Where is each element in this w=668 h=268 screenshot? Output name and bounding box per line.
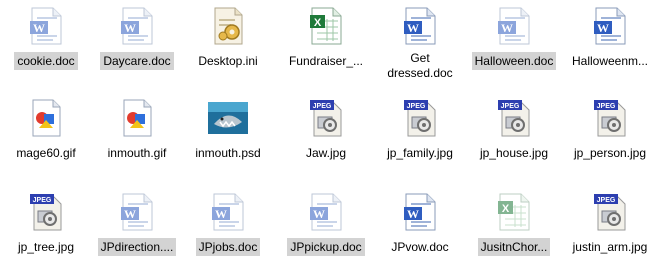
word-doc-icon: W <box>208 192 248 232</box>
word-doc-icon: W <box>400 6 440 46</box>
gif-image-icon <box>117 98 157 138</box>
svg-text:W: W <box>215 207 227 221</box>
svg-text:W: W <box>124 207 136 221</box>
word-doc-icon: W <box>590 6 630 46</box>
svg-text:W: W <box>313 207 325 221</box>
word-doc-icon: W <box>26 6 66 46</box>
jpeg-icon: JPEG <box>494 98 534 138</box>
file-name-label: Desktop.ini <box>198 54 258 68</box>
excel-icon: X <box>306 6 346 46</box>
svg-text:X: X <box>314 17 322 29</box>
file-item[interactable]: Wcookie.doc <box>0 2 92 82</box>
word-doc-icon: W <box>306 192 346 232</box>
svg-text:JPEG: JPEG <box>501 103 520 110</box>
file-item[interactable]: JPEG Jaw.jpg <box>280 94 372 174</box>
file-item[interactable]: JPEG jp_person.jpg <box>564 94 656 174</box>
file-name-label: JusitnChor... <box>477 238 551 256</box>
file-item[interactable]: W JPvow.doc <box>374 188 466 268</box>
svg-text:JPEG: JPEG <box>407 103 426 110</box>
file-name-label: inmouth.psd <box>195 146 261 160</box>
file-item[interactable]: JPEG jp_house.jpg <box>468 94 560 174</box>
file-item[interactable]: JPEG jp_family.jpg <box>374 94 466 174</box>
file-item[interactable]: JPEG justin_arm.jpg <box>564 188 656 268</box>
file-name-label: JPjobs.doc <box>195 238 261 256</box>
file-name-label: justin_arm.jpg <box>572 240 648 254</box>
file-icon-grid: Wcookie.doc W Daycare.doc Desktop.ini X Fundr… <box>0 0 668 260</box>
jpeg-icon: JPEG <box>590 192 630 232</box>
svg-text:W: W <box>33 21 45 35</box>
file-item[interactable]: W Halloweenm... <box>564 2 656 82</box>
jpeg-icon: JPEG <box>26 192 66 232</box>
jpeg-icon: JPEG <box>306 98 346 138</box>
svg-text:JPEG: JPEG <box>33 197 52 204</box>
file-item[interactable]: JPEG jp_tree.jpg <box>0 188 92 268</box>
file-name-label: JPpickup.doc <box>287 238 365 256</box>
svg-text:JPEG: JPEG <box>597 103 616 110</box>
file-name-label: Get dressed.doc <box>387 51 453 80</box>
jpeg-icon: JPEG <box>590 98 630 138</box>
svg-text:JPEG: JPEG <box>313 103 332 110</box>
file-item[interactable]: Desktop.ini <box>182 2 274 82</box>
file-name-label: JPvow.doc <box>391 240 449 254</box>
file-name-label: jp_person.jpg <box>573 146 647 160</box>
file-name-label: inmouth.gif <box>107 146 167 160</box>
file-name-label: jp_tree.jpg <box>17 240 75 254</box>
file-item[interactable]: X JusitnChor... <box>468 188 560 268</box>
file-item[interactable]: W JPdirection.... <box>91 188 183 268</box>
svg-text:W: W <box>501 21 513 35</box>
file-name-label: cookie.doc <box>14 52 78 70</box>
file-name-label: Halloweenm... <box>571 54 649 68</box>
file-item[interactable]: W Halloween.doc <box>468 2 560 82</box>
word-doc-icon: W <box>117 192 157 232</box>
word-doc-icon: W <box>494 6 534 46</box>
file-item[interactable]: W JPjobs.doc <box>182 188 274 268</box>
file-item[interactable]: inmouth.gif <box>91 94 183 174</box>
file-name-label: jp_family.jpg <box>387 146 453 160</box>
file-name-label: JPdirection.... <box>97 238 177 256</box>
file-item[interactable]: inmouth.psd <box>182 94 274 174</box>
file-item[interactable]: mage60.gif <box>0 94 92 174</box>
shark-photo-thumbnail-icon <box>208 98 248 138</box>
file-name-label: mage60.gif <box>16 146 76 160</box>
word-doc-icon: W <box>400 192 440 232</box>
file-name-label: Halloween.doc <box>471 52 557 70</box>
file-item[interactable]: W Get dressed.doc <box>374 2 466 82</box>
svg-text:JPEG: JPEG <box>597 197 616 204</box>
file-name-label: Jaw.jpg <box>305 146 347 160</box>
file-item[interactable]: W Daycare.doc <box>91 2 183 82</box>
svg-text:W: W <box>407 21 419 35</box>
file-name-label: jp_house.jpg <box>479 146 549 160</box>
word-doc-icon: W <box>117 6 157 46</box>
file-name-label: Daycare.doc <box>100 52 174 70</box>
settings-file-icon <box>208 6 248 46</box>
file-item[interactable]: X Fundraiser_... <box>280 2 372 82</box>
jpeg-icon: JPEG <box>400 98 440 138</box>
file-name-label: Fundraiser_... <box>288 54 364 68</box>
file-item[interactable]: W JPpickup.doc <box>280 188 372 268</box>
excel-icon: X <box>494 192 534 232</box>
gif-image-icon <box>26 98 66 138</box>
svg-text:X: X <box>502 203 510 215</box>
svg-text:W: W <box>407 207 419 221</box>
svg-text:W: W <box>597 21 609 35</box>
svg-text:W: W <box>124 21 136 35</box>
